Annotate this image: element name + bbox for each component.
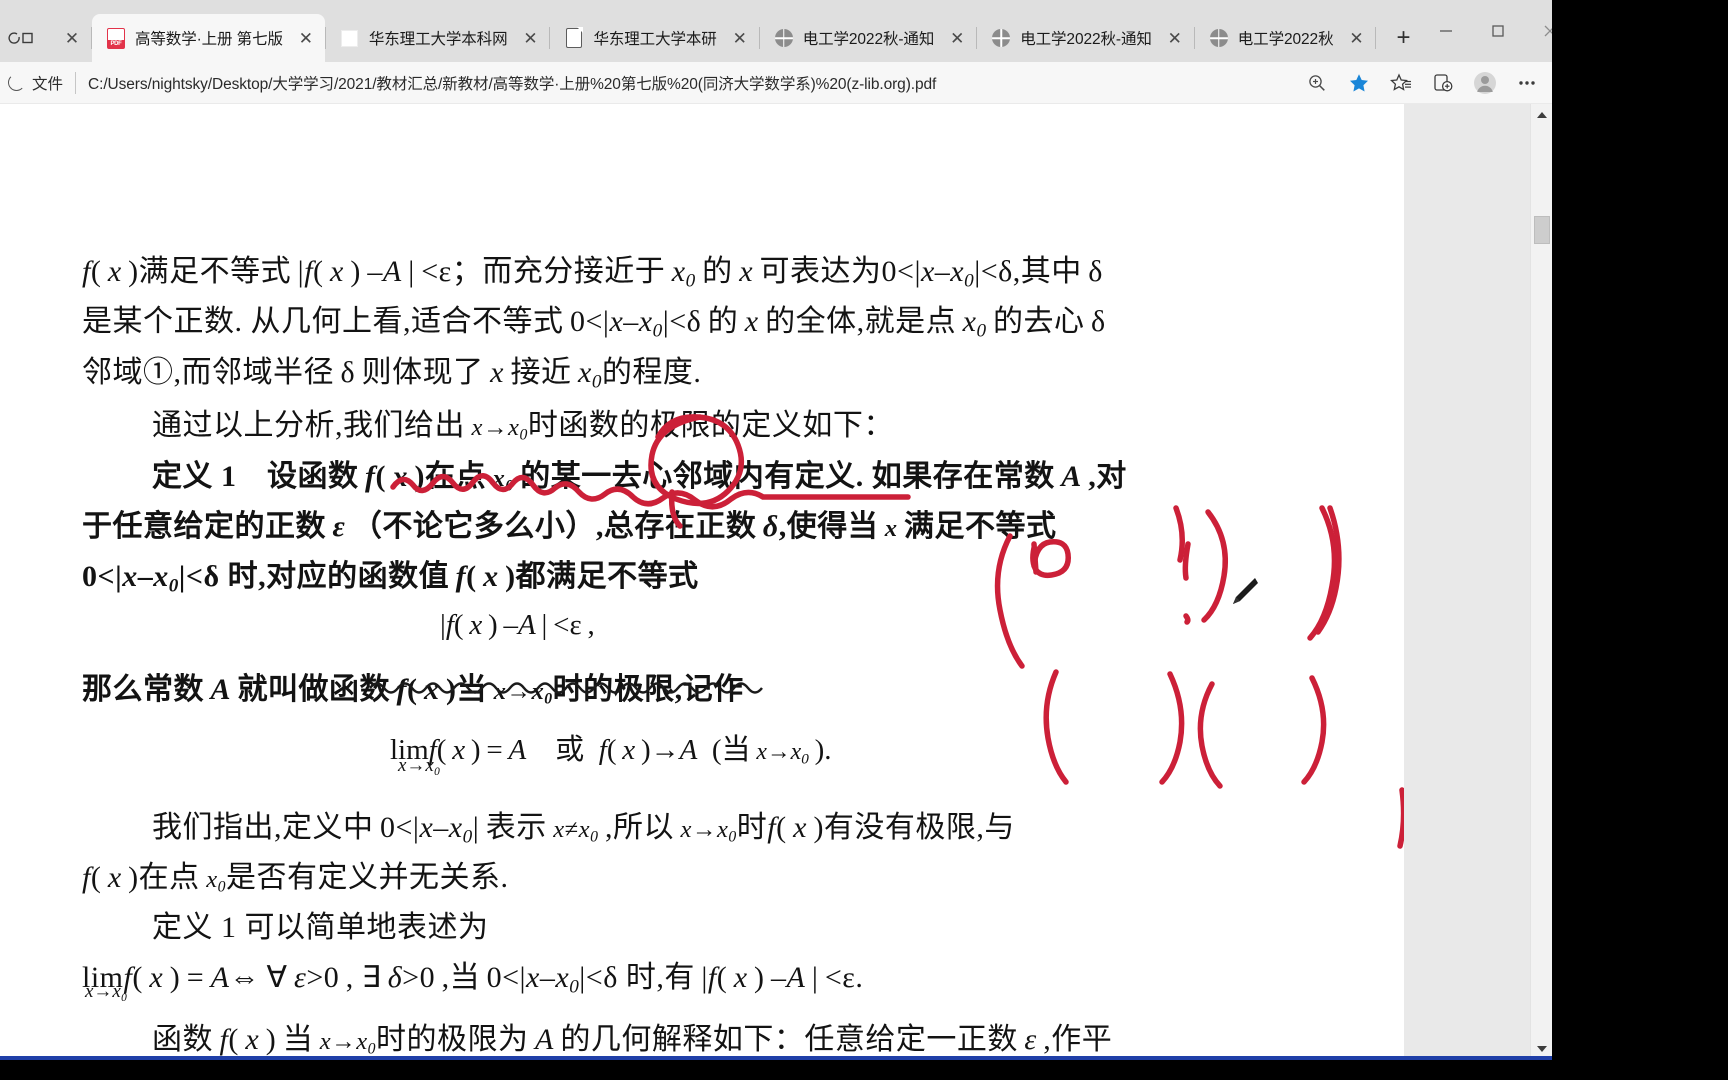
- page-icon: [564, 27, 584, 48]
- refresh-stop-icon[interactable]: [6, 28, 40, 48]
- document-line: 于任意给定的正数 ε （不论它多么小）,总存在正数 δ,使得当 x 满足不等式: [82, 510, 1057, 543]
- globe-icon: [991, 28, 1011, 48]
- screen: ✕高等数学·上册 第七版✕华东理工大学本科网✕华东理工大学本研✕电工学2022秋…: [0, 0, 1728, 1080]
- pdf-icon: [106, 27, 126, 49]
- document-line: 定义 1 可以简单地表述为: [152, 911, 489, 944]
- address-divider: [75, 71, 77, 94]
- zoom-in-icon[interactable]: [1296, 66, 1338, 100]
- tab-title: 华东理工大学本科网: [368, 31, 508, 48]
- document-text: f( x )满足不等式 |f( x ) –A | <ε；而充分接近于 x0 的 …: [0, 104, 1404, 1060]
- tab-strip: ✕高等数学·上册 第七版✕华东理工大学本科网✕华东理工大学本研✕电工学2022秋…: [0, 0, 1552, 62]
- tab-list: ✕高等数学·上册 第七版✕华东理工大学本科网✕华东理工大学本研✕电工学2022秋…: [0, 0, 1420, 62]
- pdf-page[interactable]: f( x )满足不等式 |f( x ) –A | <ε；而充分接近于 x0 的 …: [0, 104, 1404, 1060]
- tab-title: 电工学2022秋-通知: [802, 31, 935, 48]
- tab-close-icon[interactable]: ✕: [59, 25, 85, 51]
- tab-title: 华东理工大学本研: [593, 31, 717, 48]
- scroll-up-arrow-icon[interactable]: [1531, 104, 1552, 126]
- vertical-scrollbar[interactable]: [1530, 104, 1552, 1060]
- document-line: 是某个正数. 从几何上看,适合不等式 0<|x–x0|<δ 的 x 的全体,就是…: [82, 305, 1106, 342]
- pdf-viewer[interactable]: f( x )满足不等式 |f( x ) –A | <ε；而充分接近于 x0 的 …: [0, 104, 1552, 1060]
- file-protocol-label: 文件: [32, 75, 64, 93]
- tab-6[interactable]: 电工学2022秋 ✕: [1195, 14, 1376, 62]
- tab-separator: [1375, 27, 1377, 49]
- tab-close-icon[interactable]: ✕: [1162, 25, 1188, 51]
- tab-0[interactable]: ✕: [0, 14, 91, 62]
- tab-3[interactable]: 华东理工大学本研 ✕: [550, 14, 758, 62]
- document-line: f( x )满足不等式 |f( x ) –A | <ε；而充分接近于 x0 的 …: [82, 255, 1103, 292]
- favorite-star-filled-icon[interactable]: [1338, 66, 1380, 100]
- window-bottom-edge: [0, 1056, 1552, 1060]
- tab-close-icon[interactable]: ✕: [293, 25, 319, 51]
- window-controls: [1420, 0, 1552, 62]
- favorites-list-icon[interactable]: [1380, 66, 1422, 100]
- document-line: f( x )在点 x0是否有定义并无关系.: [82, 861, 509, 896]
- document-line: 通过以上分析,我们给出 x→x0时函数的极限的定义如下：: [152, 409, 894, 444]
- blank-page-icon: [340, 28, 360, 48]
- limit-subscript: x→x₀: [398, 755, 441, 776]
- maximize-restore-button[interactable]: [1472, 9, 1524, 53]
- globe-icon: [774, 28, 794, 48]
- tab-title: 高等数学·上册 第七版: [135, 31, 283, 48]
- document-line: 我们指出,定义中 0<|x–x0| 表示 x≠x0 ,所以 x→x0时f( x …: [152, 811, 1015, 848]
- document-line: limf( x ) = A 或 f( x )→A (当 x→x0 ).: [390, 734, 832, 768]
- document-line: limf( x ) = A⇔ ∀ ε>0 , ∃ δ>0 ,当 0<|x–x0|…: [82, 961, 864, 998]
- close-window-button[interactable]: [1524, 9, 1552, 53]
- tab-close-icon[interactable]: ✕: [944, 25, 970, 51]
- document-line: 那么常数 A 就叫做函数 f( x )当 x→x0时的极限,记作: [82, 673, 744, 708]
- tab-2[interactable]: 华东理工大学本科网 ✕: [326, 14, 550, 62]
- address-url-text[interactable]: C:/Users/nightsky/Desktop/大学学习/2021/教材汇总…: [88, 72, 1296, 94]
- document-line: |f( x ) –A | <ε ,: [440, 609, 595, 641]
- document-line: 函数 f( x ) 当 x→x0时的极限为 A 的几何解释如下：任意给定一正数 …: [152, 1023, 1113, 1058]
- file-circle-icon: [8, 74, 25, 91]
- file-protocol-chip[interactable]: 文件: [4, 72, 75, 94]
- document-line: 邻域①,而邻域半径 δ 则体现了 x 接近 x0的程度.: [82, 356, 702, 393]
- address-bar: 文件 C:/Users/nightsky/Desktop/大学学习/2021/教…: [0, 62, 1552, 104]
- tab-close-icon[interactable]: ✕: [727, 25, 753, 51]
- tab-5[interactable]: 电工学2022秋-通知 ✕: [977, 14, 1194, 62]
- profile-avatar-icon[interactable]: [1464, 66, 1506, 100]
- minimize-button[interactable]: [1420, 9, 1472, 53]
- new-tab-button[interactable]: +: [1386, 21, 1420, 55]
- address-bar-actions: [1296, 66, 1552, 100]
- tab-4[interactable]: 电工学2022秋-通知 ✕: [760, 14, 977, 62]
- collections-icon[interactable]: [1422, 66, 1464, 100]
- globe-icon: [1209, 28, 1229, 48]
- tab-title: 电工学2022秋-通知: [1020, 31, 1152, 48]
- address-bar-left: 文件: [0, 72, 75, 94]
- document-line: 0<|x–x0|<δ 时,对应的函数值 f( x )都满足不等式: [82, 560, 699, 597]
- pen-cursor-icon: [1225, 574, 1261, 610]
- tab-title: 电工学2022秋: [1237, 31, 1334, 48]
- tab-1[interactable]: 高等数学·上册 第七版 ✕: [92, 14, 325, 62]
- limit-subscript: x→x₀: [85, 981, 128, 1002]
- tab-close-icon[interactable]: ✕: [517, 25, 543, 51]
- settings-more-icon[interactable]: [1506, 66, 1548, 100]
- browser-window: ✕高等数学·上册 第七版✕华东理工大学本科网✕华东理工大学本研✕电工学2022秋…: [0, 0, 1552, 1060]
- tab-close-icon[interactable]: ✕: [1343, 25, 1369, 51]
- scrollbar-thumb[interactable]: [1534, 216, 1550, 244]
- document-line: 定义 1 设函数 f( x )在点 x0 的某一去心邻域内有定义. 如果存在常数…: [152, 460, 1127, 495]
